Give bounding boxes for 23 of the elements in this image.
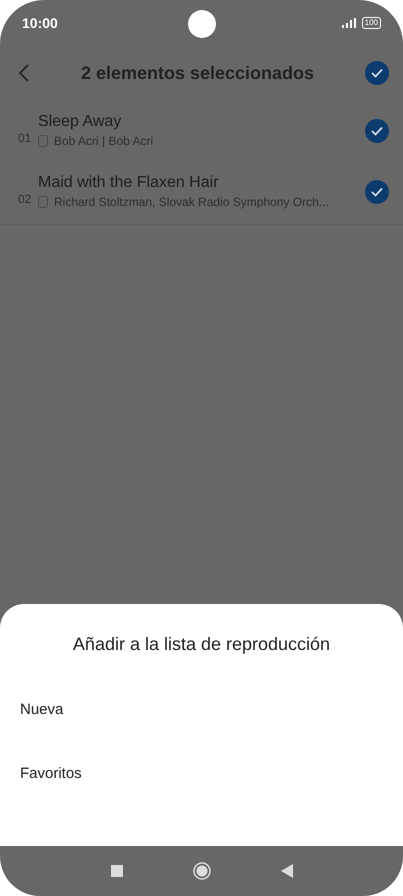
playlist-option[interactable]: Nueva xyxy=(0,677,403,741)
checkmark-icon[interactable] xyxy=(365,61,389,85)
home-icon[interactable] xyxy=(192,862,210,880)
track-title: Sleep Away xyxy=(38,113,122,131)
track-number: 02 xyxy=(18,192,32,206)
signal-icon xyxy=(342,18,356,28)
sheet-title: Añadir a la lista de reproducción xyxy=(72,634,332,655)
track-title: Maid with the Flaxen Hair xyxy=(38,174,220,192)
checkmark-icon[interactable] xyxy=(365,180,389,204)
screen-title: 2 elementos seleccionados xyxy=(80,62,316,84)
camera-cutout xyxy=(188,10,216,38)
back-icon[interactable] xyxy=(280,864,292,878)
playlist-option[interactable]: Favoritos xyxy=(0,741,403,805)
track-artist: Bob Acri | Bob Acri xyxy=(54,134,154,148)
battery-icon: 100 xyxy=(362,17,381,29)
phone-icon xyxy=(38,135,48,147)
track-number: 01 xyxy=(18,130,32,144)
status-time: 10:00 xyxy=(22,15,58,31)
recents-icon[interactable] xyxy=(110,865,122,877)
track-artist: Richard Stoltzman, Slovak Radio Symphony Orch... xyxy=(54,195,329,209)
back-icon[interactable] xyxy=(18,63,30,83)
checkmark-icon[interactable] xyxy=(365,118,389,142)
phone-icon xyxy=(38,196,48,208)
